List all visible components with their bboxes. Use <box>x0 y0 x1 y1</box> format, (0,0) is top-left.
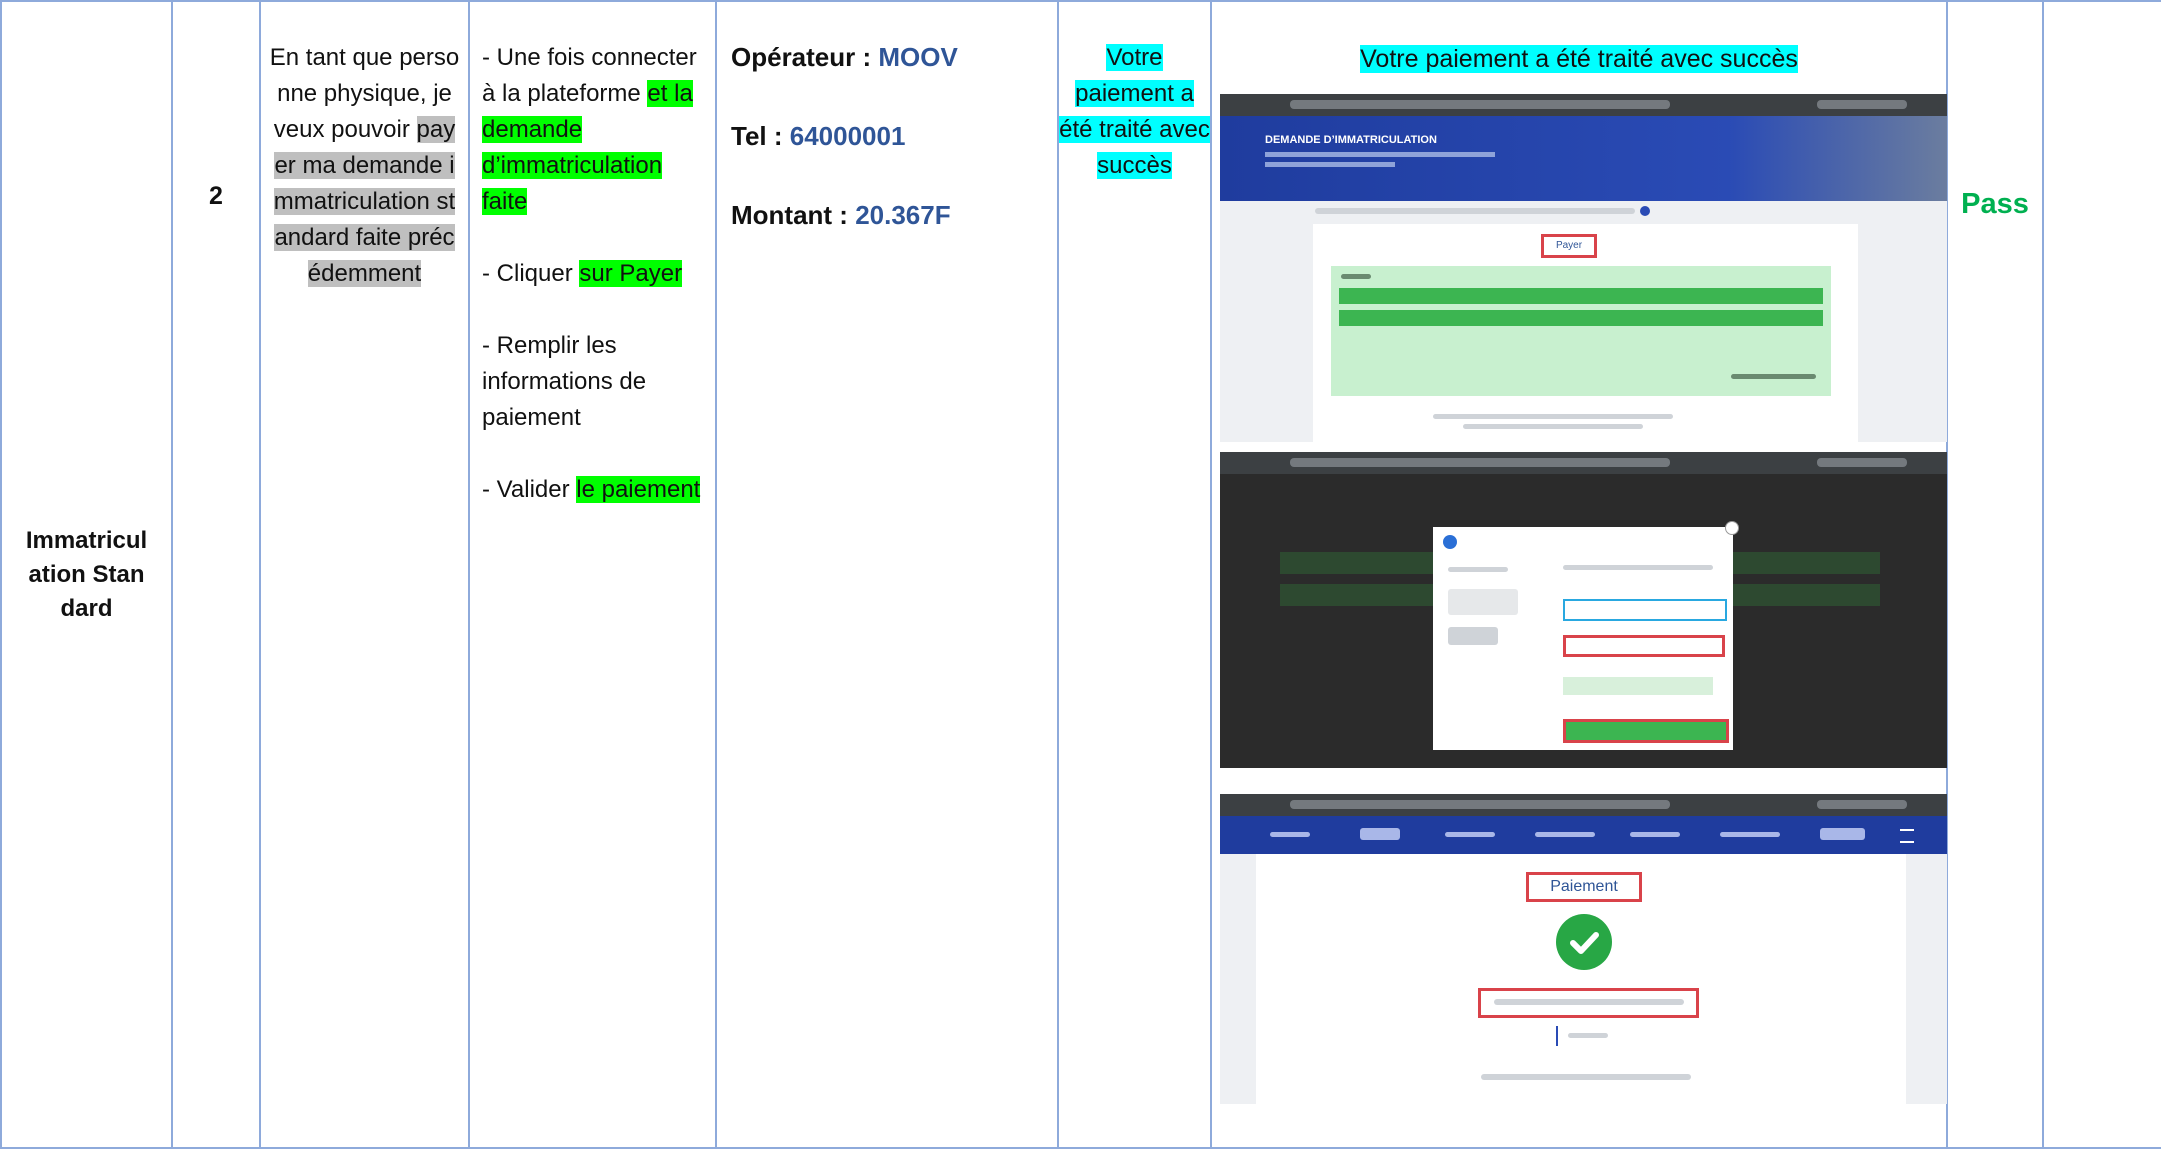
step-text: - Cliquer <box>482 260 580 287</box>
provider-logo <box>1443 535 1457 549</box>
back-link[interactable] <box>1556 1026 1618 1046</box>
page-banner: DEMANDE D’IMMATRICULATION <box>1220 116 1947 201</box>
step-item: - Valider le paiement <box>482 472 709 508</box>
test-case-table: Immatriculation Standard 2 En tant que p… <box>0 0 2161 1149</box>
banner-subtitle <box>1265 152 1495 157</box>
screenshot-payment-page: DEMANDE D’IMMATRICULATION Payer <box>1220 94 1947 442</box>
screenshot-payment-modal <box>1220 452 1947 768</box>
invoice-line <box>1339 288 1823 304</box>
invoice-line <box>1339 310 1823 326</box>
pay-button[interactable] <box>1563 719 1729 743</box>
tel-line: Tel : 64000001 <box>731 121 1057 152</box>
nav-bar <box>1220 816 1947 854</box>
check-icon <box>1556 914 1612 970</box>
amount-value: 20.367F <box>855 200 951 230</box>
screenshot-payment-success: Paiement <box>1220 794 1947 1104</box>
step-highlight: le paiement <box>576 476 701 503</box>
test-data: Opérateur : MOOV Tel : 64000001 Montant … <box>717 2 1057 231</box>
browser-toolbar <box>1220 94 1947 116</box>
category-label: Immatriculation Standard <box>25 526 148 622</box>
tel-label: Tel : <box>731 121 790 151</box>
test-data-cell: Opérateur : MOOV Tel : 64000001 Montant … <box>715 0 1059 1149</box>
step-text: - Valider <box>482 476 577 503</box>
steps-cell: - Une fois connecter à la plateforme et … <box>468 0 717 1149</box>
screenshot-caption-text: Votre paiement a été traité avec succès <box>1360 45 1798 73</box>
operator-line: Opérateur : MOOV <box>731 42 1057 73</box>
browser-toolbar <box>1220 794 1947 816</box>
payment-modal <box>1433 521 1739 750</box>
operator-select[interactable] <box>1563 599 1727 621</box>
info-note <box>1563 677 1713 695</box>
phone-input[interactable] <box>1563 635 1725 657</box>
expected-result: Votre paiement a été traité avec succès <box>1059 2 1210 184</box>
screenshot-cell: Votre paiement a été traité avec succès … <box>1210 0 1948 1149</box>
browser-toolbar <box>1220 452 1947 474</box>
paiement-heading: Paiement <box>1526 872 1642 902</box>
amount-line: Montant : 20.367F <box>731 200 1057 231</box>
step-text: - Remplir les informations de paiement <box>482 332 647 431</box>
menu-icon[interactable] <box>1900 829 1914 843</box>
number-cell: 2 <box>171 0 261 1149</box>
step-highlight: sur Payer <box>579 260 683 287</box>
status-badge: Pass <box>1961 188 2029 220</box>
step-item: - Une fois connecter à la plateforme et … <box>482 40 709 220</box>
payment-panel: Payer <box>1313 224 1858 442</box>
success-message <box>1478 988 1699 1018</box>
user-story-cell: En tant que personne physique, je veux p… <box>259 0 470 1149</box>
screenshot-caption: Votre paiement a été traité avec succès <box>1212 42 1946 76</box>
banner-subtitle <box>1265 162 1395 167</box>
expected-result-cell: Votre paiement a été traité avec succès <box>1057 0 1212 1149</box>
success-panel: Paiement <box>1256 854 1906 1104</box>
amount-label: Montant : <box>731 200 856 230</box>
operator-value: MOOV <box>878 42 958 72</box>
user-story: En tant que personne physique, je veux p… <box>261 2 468 292</box>
step-item: - Cliquer sur Payer <box>482 256 709 292</box>
category-cell: Immatriculation Standard <box>0 0 173 1149</box>
close-icon[interactable] <box>1725 521 1739 535</box>
banner-title: DEMANDE D’IMMATRICULATION <box>1265 134 1437 146</box>
comment-cell <box>2042 0 2161 1149</box>
invoice-box <box>1331 266 1831 396</box>
table-row: Immatriculation Standard 2 En tant que p… <box>0 0 2161 1149</box>
payer-heading: Payer <box>1541 234 1597 258</box>
operator-label: Opérateur : <box>731 42 879 72</box>
expected-result-text: Votre paiement a été traité avec succès <box>1059 44 1210 179</box>
steps-list: - Une fois connecter à la plateforme et … <box>470 2 715 508</box>
step-item: - Remplir les informations de paiement <box>482 328 709 436</box>
test-number: 2 <box>209 182 223 210</box>
stepper <box>1315 206 1675 216</box>
status-cell: Pass <box>1946 0 2044 1149</box>
tel-value: 64000001 <box>789 121 906 151</box>
